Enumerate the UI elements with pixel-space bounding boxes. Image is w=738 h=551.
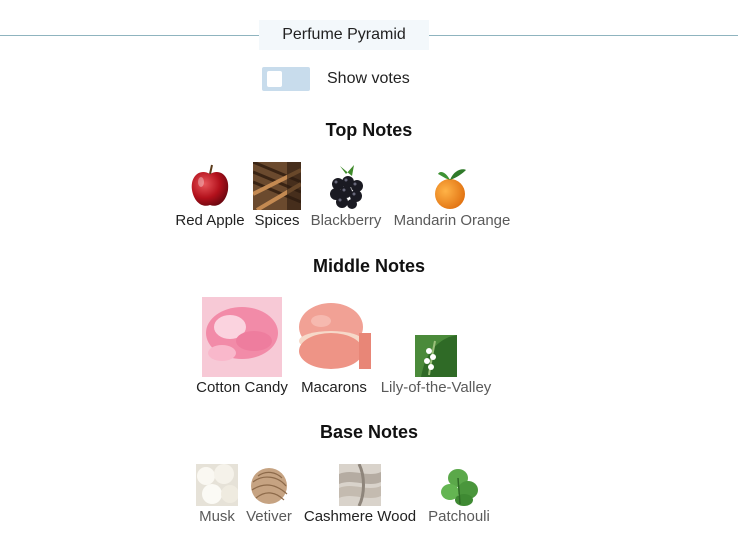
note-label: Patchouli [428, 508, 490, 525]
note-lily-of-the-valley[interactable]: Lily-of-the-Valley [375, 335, 497, 396]
red-apple-icon [191, 164, 229, 206]
lily-of-the-valley-icon [415, 335, 457, 377]
show-votes-toggle[interactable] [262, 67, 310, 91]
note-label: Musk [199, 508, 235, 525]
note-patchouli[interactable]: Patchouli [425, 464, 493, 525]
cotton-candy-icon [202, 297, 282, 377]
note-red-apple[interactable]: Red Apple [171, 162, 249, 229]
note-label: Cashmere Wood [303, 508, 417, 525]
mandarin-orange-icon [435, 169, 466, 209]
note-musk[interactable]: Musk [194, 464, 240, 525]
vetiver-icon [251, 468, 288, 504]
show-votes-row: Show votes [262, 67, 410, 91]
top-notes-title: Top Notes [325, 120, 413, 140]
note-cashmere-wood[interactable]: Cashmere Wood [298, 464, 422, 525]
spices-icon [253, 162, 301, 210]
note-mandarin-orange[interactable]: Mandarin Orange [389, 162, 515, 229]
musk-icon [196, 464, 238, 506]
note-macarons[interactable]: Macarons [296, 297, 372, 396]
note-label: Lily-of-the-Valley [380, 379, 492, 396]
note-vetiver[interactable]: Vetiver [243, 464, 295, 525]
note-label: Vetiver [246, 508, 292, 525]
header-rule-left [0, 35, 259, 36]
page-title-text: Perfume Pyramid [282, 26, 406, 43]
header-rule-right [429, 35, 738, 36]
note-label: Macarons [301, 379, 367, 396]
macarons-icon [299, 303, 371, 369]
note-label: Spices [254, 212, 300, 229]
blackberry-icon [330, 165, 363, 209]
note-spices[interactable]: Spices [252, 162, 302, 229]
page-title: Perfume Pyramid [259, 20, 429, 50]
note-blackberry[interactable]: Blackberry [306, 162, 386, 229]
note-cotton-candy[interactable]: Cotton Candy [192, 297, 292, 396]
show-votes-label[interactable]: Show votes [327, 70, 410, 88]
cashmere-wood-icon [339, 464, 381, 506]
base-notes-title: Base Notes [319, 422, 419, 442]
note-label: Red Apple [175, 212, 245, 229]
patchouli-icon [441, 469, 478, 506]
note-label: Mandarin Orange [393, 212, 511, 229]
note-label: Cotton Candy [196, 379, 288, 396]
note-label: Blackberry [310, 212, 382, 229]
middle-notes-title: Middle Notes [312, 256, 425, 276]
toggle-knob [267, 71, 282, 87]
